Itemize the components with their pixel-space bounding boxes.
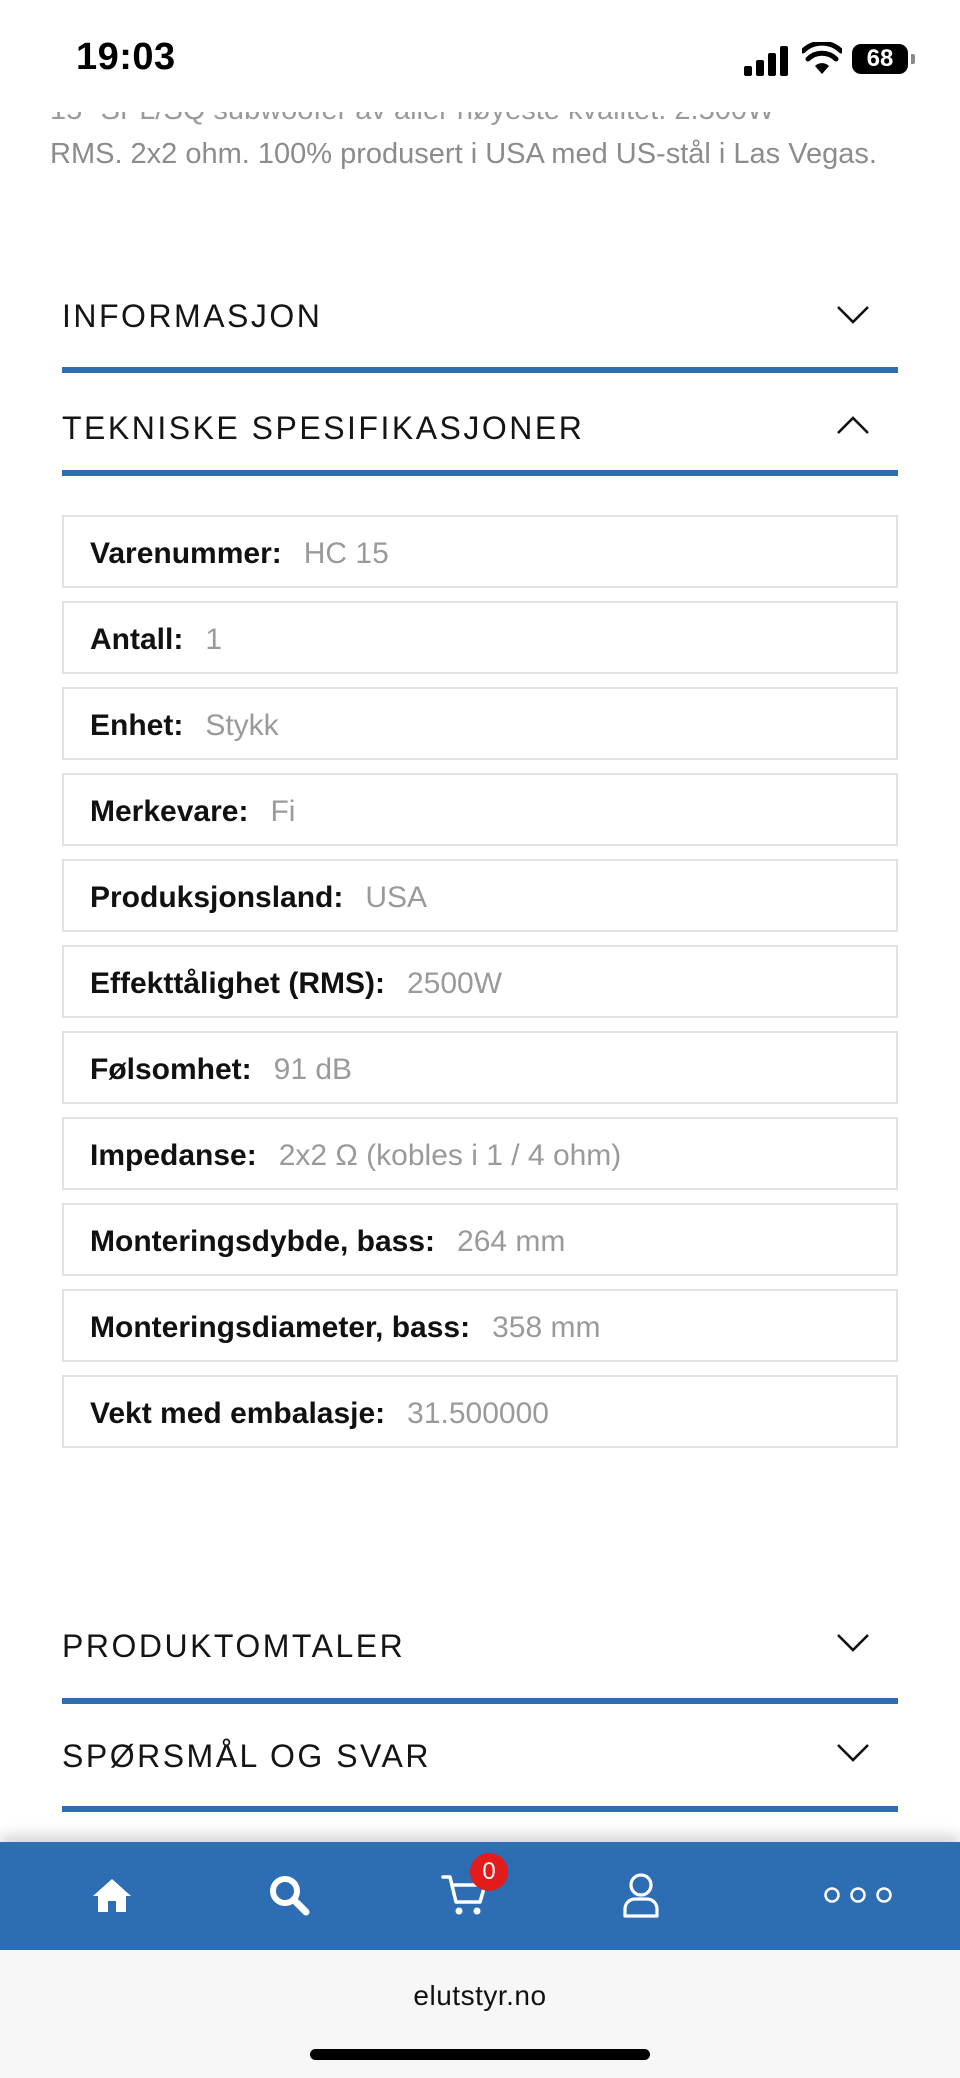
spec-value: 1 bbox=[205, 623, 223, 656]
spec-label: Impedanse: bbox=[90, 1139, 257, 1172]
spec-value: USA bbox=[365, 881, 428, 914]
spec-row: Antall: 1 bbox=[62, 601, 898, 674]
spec-label: Følsomhet: bbox=[90, 1053, 252, 1086]
accordion-produktomtaler[interactable]: PRODUKTOMTALER bbox=[62, 1610, 898, 1706]
spec-value: 358 mm bbox=[492, 1311, 601, 1344]
spec-row: Varenummer: HC 15 bbox=[62, 515, 898, 588]
page: 19:03 68 15" SPL/SQ subwoofer av aller h… bbox=[0, 0, 960, 2078]
accordion-tekniske-spesifikasjoner[interactable]: TEKNISKE SPESIFIKASJONER bbox=[62, 392, 898, 488]
accordion-divider bbox=[62, 1698, 898, 1704]
spec-label: Antall: bbox=[90, 623, 184, 656]
nav-search-button[interactable] bbox=[254, 1862, 324, 1928]
accordion-sporsmal-og-svar[interactable]: SPØRSMÅL OG SVAR bbox=[62, 1722, 898, 1818]
signal-icon bbox=[744, 46, 790, 76]
spec-value: HC 15 bbox=[303, 537, 389, 570]
spec-row: Produksjonsland: USA bbox=[62, 859, 898, 932]
spec-value: 2500W bbox=[407, 967, 503, 1000]
browser-bar: elutstyr.no bbox=[0, 1950, 960, 2078]
chevron-down-icon bbox=[837, 306, 869, 324]
spec-label: Varenummer: bbox=[90, 537, 282, 570]
spec-row: Vekt med embalasje: 31.500000 bbox=[62, 1375, 898, 1448]
home-indicator[interactable] bbox=[310, 2049, 650, 2060]
status-time: 19:03 bbox=[76, 36, 176, 78]
accordion-title: PRODUKTOMTALER bbox=[62, 1628, 406, 1664]
battery-icon: 68 bbox=[852, 44, 915, 74]
spec-label: Monteringsdybde, bass: bbox=[90, 1225, 436, 1258]
spec-row: Monteringsdiameter, bass: 358 mm bbox=[62, 1289, 898, 1362]
search-icon bbox=[270, 1876, 310, 1916]
wifi-icon bbox=[802, 42, 842, 74]
spec-value: 91 dB bbox=[273, 1053, 353, 1086]
nav-more-button[interactable] bbox=[822, 1862, 894, 1928]
user-icon bbox=[623, 1873, 659, 1918]
nav-home-button[interactable] bbox=[77, 1862, 147, 1928]
accordion-title: SPØRSMÅL OG SVAR bbox=[62, 1738, 431, 1774]
accordion-divider bbox=[62, 367, 898, 373]
spec-row: Merkevare: Fi bbox=[62, 773, 898, 846]
spec-label: Merkevare: bbox=[90, 795, 249, 828]
accordion-title: TEKNISKE SPESIFIKASJONER bbox=[62, 410, 585, 446]
product-description: RMS. 2x2 ohm. 100% produsert i USA med U… bbox=[50, 138, 877, 170]
spec-label: Vekt med embalasje: bbox=[90, 1397, 386, 1430]
spec-row: Følsomhet: 91 dB bbox=[62, 1031, 898, 1104]
spec-label: Produksjonsland: bbox=[90, 881, 344, 914]
spec-value: 264 mm bbox=[457, 1225, 566, 1258]
accordion-divider bbox=[62, 1806, 898, 1812]
spec-label: Effekttålighet (RMS): bbox=[90, 967, 385, 1000]
url-text[interactable]: elutstyr.no bbox=[0, 1980, 960, 2012]
spec-label: Enhet: bbox=[90, 709, 184, 742]
home-icon bbox=[93, 1879, 131, 1912]
chevron-down-icon bbox=[837, 1744, 869, 1762]
cart-count-badge: 0 bbox=[470, 1853, 508, 1891]
chevron-down-icon bbox=[837, 1634, 869, 1652]
spec-value: Stykk bbox=[205, 709, 279, 742]
spec-row: Monteringsdybde, bass: 264 mm bbox=[62, 1203, 898, 1276]
status-bar: 19:03 68 bbox=[0, 0, 960, 110]
spec-row: Effekttålighet (RMS): 2500W bbox=[62, 945, 898, 1018]
more-icon bbox=[824, 1887, 892, 1903]
spec-label: Monteringsdiameter, bass: bbox=[90, 1311, 471, 1344]
accordion-title: INFORMASJON bbox=[62, 298, 323, 334]
spec-value: 2x2 Ω (kobles i 1 / 4 ohm) bbox=[278, 1139, 622, 1172]
spec-row: Impedanse: 2x2 Ω (kobles i 1 / 4 ohm) bbox=[62, 1117, 898, 1190]
spec-value: 31.500000 bbox=[407, 1397, 549, 1430]
chevron-up-icon bbox=[837, 416, 869, 434]
spec-row: Enhet: Stykk bbox=[62, 687, 898, 760]
accordion-informasjon[interactable]: INFORMASJON bbox=[62, 280, 898, 376]
nav-account-button[interactable] bbox=[606, 1862, 676, 1928]
accordion-divider bbox=[62, 470, 898, 476]
spec-value: Fi bbox=[270, 795, 296, 828]
